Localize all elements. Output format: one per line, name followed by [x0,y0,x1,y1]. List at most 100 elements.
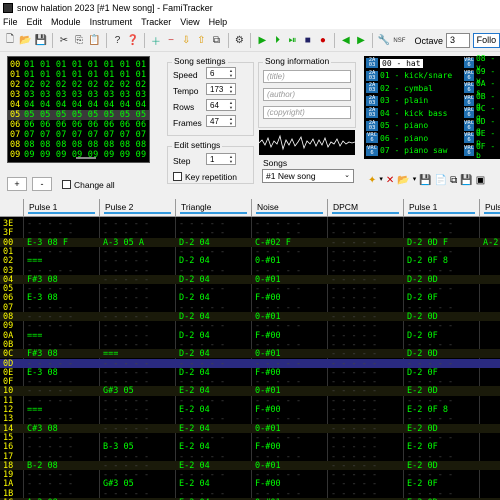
pattern-row[interactable]: 12 === - - - - - E-2 04 F-#00- - - - - E-2 0F… [0,405,500,415]
pattern-row[interactable]: 0B - - - - -- - - - -- - - - -- - - - -- … [0,340,500,350]
frame-row[interactable]: 07 07 07 07 07 07 07 07 07 [8,130,149,140]
next-track-icon[interactable]: ▶ [355,33,367,48]
rows-spinner[interactable]: 64 [206,99,236,111]
open-file-icon[interactable]: 📂 [19,33,31,48]
edit-instrument-icon[interactable]: 📄 [435,175,447,186]
pattern-row[interactable]: 14 C#3 08- - - - - E-2 04 0-#01- - - - - E-2… [0,423,500,434]
instrument-item[interactable]: 2A 03 03 - plain [366,95,456,107]
channel-header[interactable]: DPCM [328,199,404,217]
load-instrument-icon[interactable]: 📂 [397,175,409,186]
channel-header[interactable]: Triangle [176,199,252,217]
remove-frame-icon[interactable]: − [165,33,177,48]
play-loop-icon[interactable]: ⏵ [271,33,283,48]
move-frame-up-icon[interactable]: ⇧ [195,33,207,48]
settings-icon[interactable]: 🔧 [378,33,390,48]
frame-row[interactable]: 02 02 02 02 02 02 02 02 02 [8,80,149,90]
new-instrument-icon[interactable]: ✦ [368,175,376,186]
chevron-down-icon[interactable]: ▾ [379,175,383,186]
tempo-spinner[interactable]: 173 [206,83,236,95]
save-instrument-icon[interactable]: 💾 [419,175,431,186]
copy-icon[interactable]: ⎘ [73,33,85,48]
octave-select[interactable]: 3 [446,33,470,48]
pattern-row[interactable]: 1A - - - - - G#3 05 E-2 04 F-#00- - - - - E-2… [0,479,500,489]
pattern-row[interactable]: 11- - - - -- - - - -- - - - -- - - - -- … [0,396,500,406]
follow-mode-checkbox[interactable]: Follo [472,33,500,48]
pattern-row[interactable]: 03- - - - -- - - - -- - - - -- - - - -- … [0,266,500,276]
pattern-row[interactable]: 10- - - - - G#3 05 E-2 04 0-#01- - - - - E-2… [0,386,500,396]
pattern-row[interactable]: 16- - - - - B-3 05 E-2 04 F-#00- - - - - E-2… [0,442,500,452]
pattern-row[interactable]: 3E - - - - -- - - - -- - - - -- - - - -- … [0,219,500,229]
pattern-row[interactable]: 0F - - - - -- - - - -- - - - -- - - - -- … [0,377,500,387]
save-file-icon[interactable]: 💾 [35,33,47,48]
instrument-item[interactable]: 2A 03 05 - piano [366,120,456,132]
move-frame-down-icon[interactable]: ⇩ [180,33,192,48]
nsf-export-icon[interactable]: NSF [393,33,405,48]
instrument-item[interactable]: 2A 03 04 - kick bass [366,107,456,119]
channel-header[interactable]: Pulse 2 [100,199,176,217]
menu-tracker[interactable]: Tracker [141,17,171,27]
channel-header[interactable]: Puls [480,199,500,217]
pattern-row[interactable]: 0C F#3 08 === D-2 04 0-#01- - - - - D-2 0D [0,349,500,359]
song-author-input[interactable]: (author) [263,88,351,101]
pattern-row[interactable]: 15- - - - -- - - - -- - - - -- - - - -- … [0,433,500,443]
remove-frame-button[interactable]: - [32,177,52,191]
pattern-row[interactable]: 0E E-3 08- - - - - D-2 04 F-#00- - - - - D-2… [0,368,500,378]
help-icon[interactable]: ❓ [127,33,139,48]
instrument-list[interactable]: 2A 03 00 - hat 2A 03 01 - kick/snare 2A 03 02… [364,54,500,160]
instrument-item[interactable]: 2A 03 00 - hat [366,57,456,69]
frames-spinner[interactable]: 47 [206,115,236,127]
paste-icon[interactable]: 📋 [88,33,100,48]
step-spinner[interactable]: 1 [206,153,236,165]
pattern-row[interactable]: 3F - - - - -- - - - -- - - - -- - - - -- … [0,228,500,238]
pattern-row[interactable]: 05- - - - -- - - - -- - - - -- - - - -- … [0,284,500,294]
channel-header[interactable]: Pulse 1 [24,199,100,217]
pattern-row[interactable]: 06 E-3 08- - - - - D-2 04 F-#00- - - - - D-2… [0,293,500,303]
song-select[interactable]: #1 New song ⌄ [262,169,354,183]
previous-track-icon[interactable]: ◀ [340,33,352,48]
change-all-checkbox[interactable] [62,180,71,189]
song-copyright-input[interactable]: (copyright) [263,106,351,119]
chevron-down-icon[interactable]: ▾ [413,175,417,186]
pattern-row[interactable]: 18 B-2 08- - - - - E-2 04 0-#01- - - - - E-2… [0,460,500,471]
channel-header[interactable]: Pulse 1 [404,199,480,217]
pattern-row[interactable]: 02 === - - - - - D-2 04 0-#01- - - - - D-2 0F… [0,256,500,266]
about-icon[interactable]: ? [111,33,123,48]
frame-row[interactable]: 06 06 06 06 06 06 06 06 06 [8,120,149,130]
clone-instrument-icon[interactable]: ⧉ [450,175,457,186]
instrument-item[interactable]: VRC 6 0F - b [464,142,500,160]
frame-row[interactable]: 08 08 08 08 08 08 08 08 08 [8,140,149,150]
instrument-item[interactable]: VRC 6 06 - piano [366,132,456,144]
menu-help[interactable]: Help [209,17,228,27]
menu-instrument[interactable]: Instrument [90,17,133,27]
pattern-row[interactable]: 1B - - - - -- - - - -- - - - -- - - - -- … [0,489,500,499]
cut-icon[interactable]: ✂ [58,33,70,48]
remove-instrument-icon[interactable]: ✕ [386,175,394,186]
pattern-row[interactable]: 09- - - - -- - - - -- - - - -- - - - -- … [0,321,500,331]
frame-list[interactable]: 00 01 01 01 01 01 01 01 01 01 01 01 01 01 0… [7,56,150,163]
song-title-input[interactable]: (title) [263,70,351,83]
instrument-item[interactable]: 2A 03 01 - kick/snare [366,70,456,82]
add-frame-button[interactable]: + [7,177,27,191]
instrument-item[interactable]: 2A 03 02 - cymbal [366,82,456,94]
frame-row[interactable]: 05 05 05 05 05 05 05 05 05 [8,110,149,120]
pattern-row[interactable]: 08- - - - -- - - - - D-2 04 0-#01- - - - -… [0,312,500,322]
menu-view[interactable]: View [180,17,199,27]
frame-row[interactable]: 03 03 03 03 03 03 03 03 03 [8,90,149,100]
stop-icon[interactable]: ■ [302,33,314,48]
pattern-row[interactable]: 07- - - - -- - - - -- - - - -- - - - -- … [0,303,500,313]
pattern-row[interactable]: 00 E-3 08 F A-3 05 A D-2 04 C-#02 F- - - - -… [0,237,500,248]
play-icon[interactable]: ▶ [256,33,268,48]
pattern-row[interactable]: 17- - - - -- - - - -- - - - -- - - - -- … [0,452,500,462]
insert-frame-icon[interactable]: ＋ [150,33,162,48]
record-icon[interactable]: ● [317,33,329,48]
speed-spinner[interactable]: 6 [206,67,236,79]
instrument-info-icon[interactable]: ▣ [476,175,485,186]
pattern-row[interactable]: 0D - - - - -- - - - -- - - - -- - - - -- … [0,358,500,369]
play-pattern-icon[interactable]: ⏯ [287,33,299,48]
frame-row[interactable]: 04 04 04 04 04 04 04 04 04 [8,100,149,110]
key-repetition-checkbox[interactable] [173,172,182,181]
frame-row[interactable]: 00 01 01 01 01 01 01 01 01 [8,60,149,70]
new-file-icon[interactable]: 🗋 [4,33,16,48]
pattern-row[interactable]: 04 F#3 08- - - - - D-2 04 0-#01- - - - - D-2… [0,274,500,285]
instrument-item[interactable]: VRC 6 07 - piano saw [366,145,456,157]
